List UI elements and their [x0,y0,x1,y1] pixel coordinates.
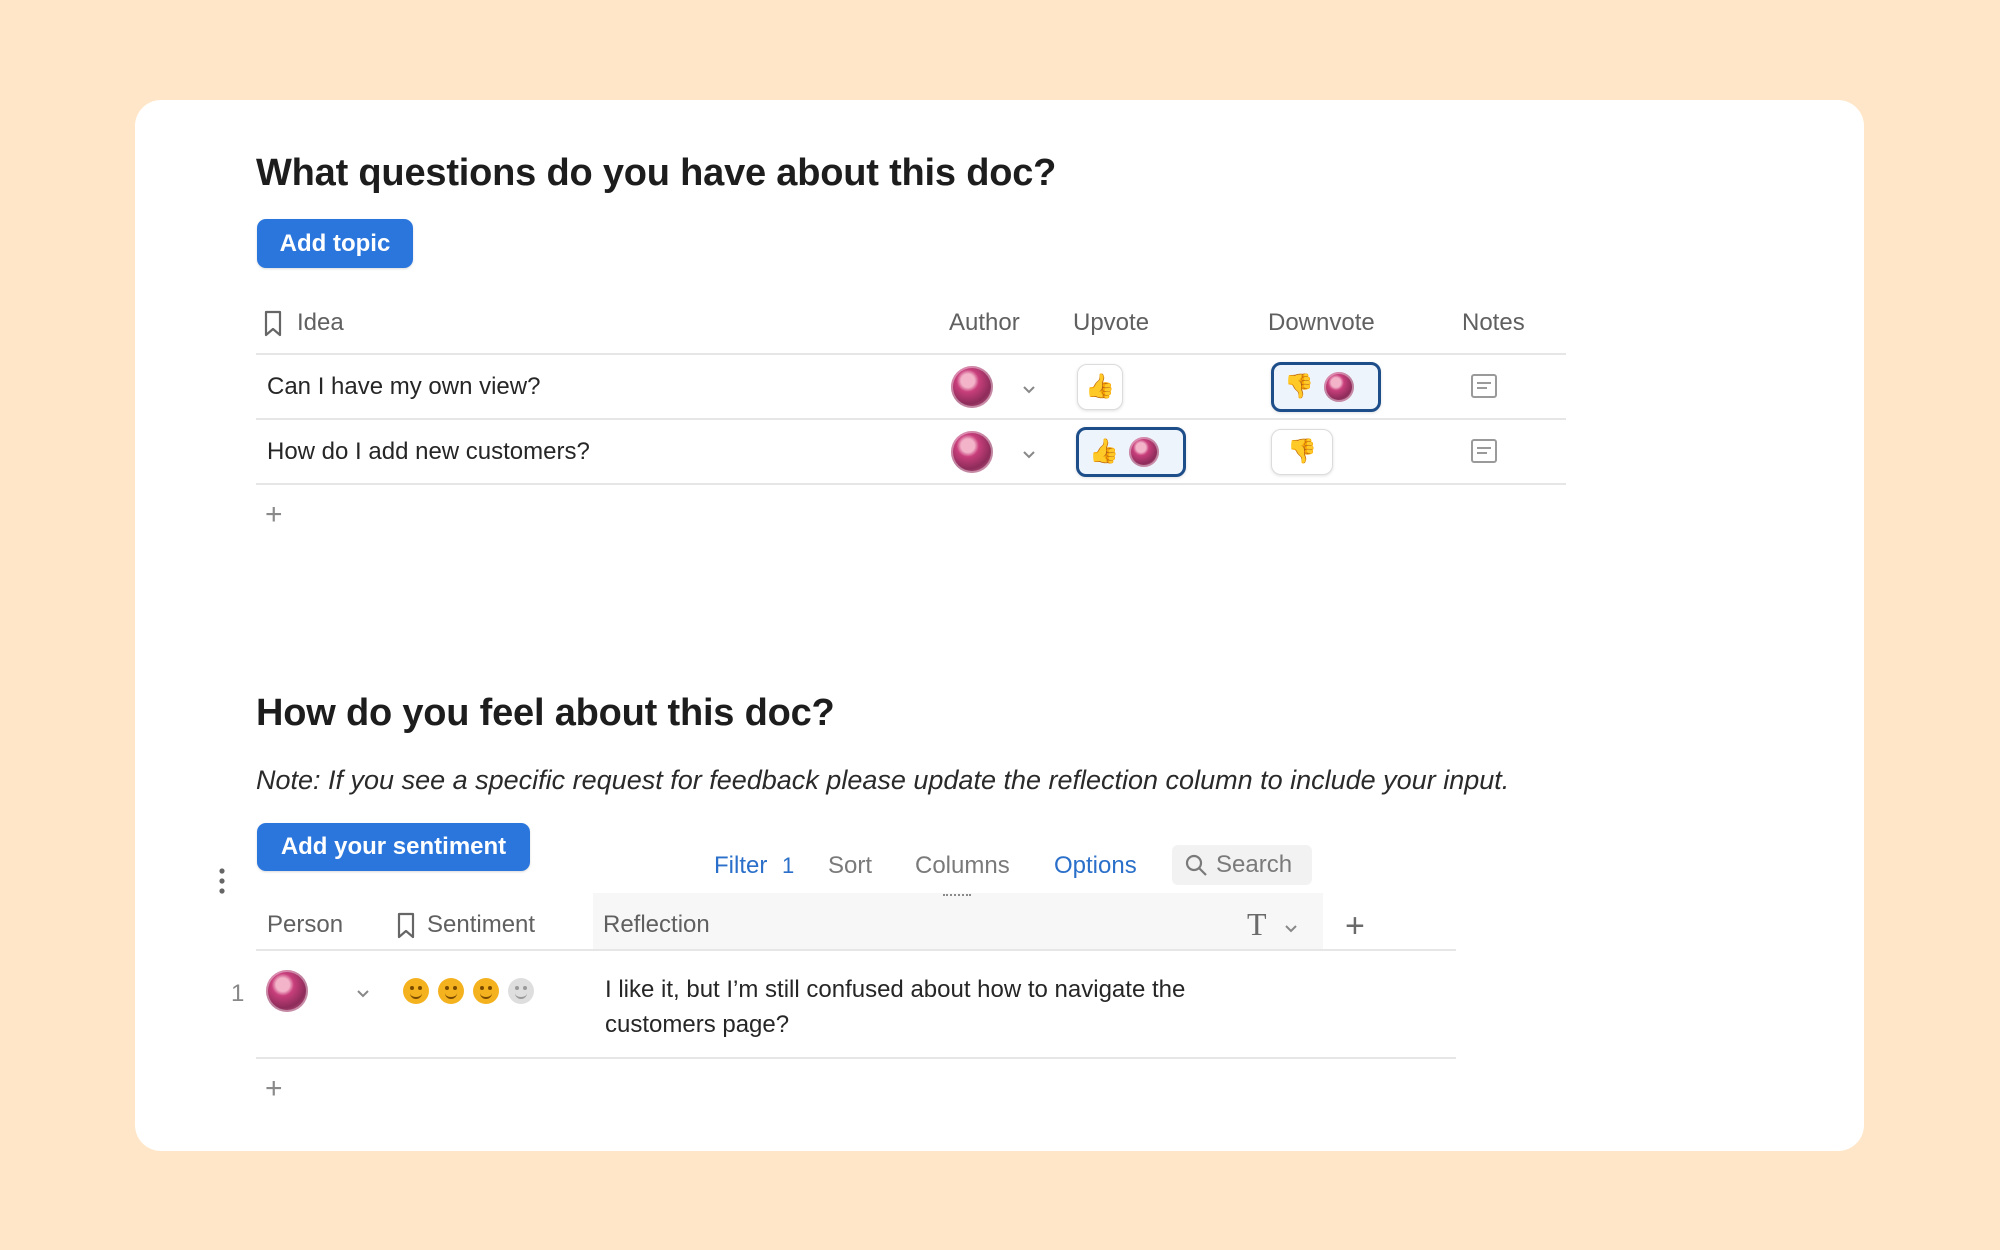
row-number: 1 [231,980,245,1007]
emoji-icon[interactable] [403,978,429,1004]
notes-icon[interactable] [1470,372,1498,400]
search-icon [1185,854,1207,876]
reflection-line-1[interactable]: I like it, but I’m still confused about … [605,976,1185,1004]
chevron-down-icon[interactable] [1017,377,1041,401]
thumbs-down-icon: 👎 [1287,438,1317,465]
author-avatar[interactable] [951,366,993,408]
add-column-plus-icon[interactable]: + [1345,909,1365,943]
filter-count: 1 [782,853,795,878]
idea-cell[interactable]: How do I add new customers? [267,438,590,466]
downvote-button-active[interactable]: 👎 [1271,362,1381,412]
person-avatar[interactable] [266,970,308,1012]
emoji-icon[interactable] [473,978,499,1004]
divider [256,353,1566,355]
add-row-plus-icon[interactable]: + [265,1074,283,1104]
columns-button[interactable]: Columns [915,852,1010,880]
section-title-feelings: How do you feel about this doc? [256,692,835,734]
sentiment-rating[interactable] [403,978,543,1004]
search-box[interactable]: Search [1172,845,1312,885]
column-header-sentiment[interactable]: Sentiment [427,911,535,939]
upvote-button[interactable]: 👍 [1077,364,1123,410]
text-type-icon[interactable]: T [1247,906,1267,943]
more-vertical-icon[interactable] [217,866,227,896]
voter-avatar [1323,372,1354,402]
column-header-person[interactable]: Person [267,911,343,939]
drag-handle[interactable] [943,894,971,900]
thumbs-down-icon: 👎 [1284,373,1314,400]
thumbs-up-icon: 👍 [1089,438,1119,465]
add-row-plus-icon[interactable]: + [265,500,283,530]
bookmark-icon [264,310,282,337]
chevron-down-icon[interactable] [1279,916,1303,940]
sort-button[interactable]: Sort [828,852,872,880]
options-button[interactable]: Options [1054,852,1137,880]
divider [256,418,1566,420]
voter-avatar [1128,437,1159,467]
section-title-questions: What questions do you have about this do… [256,152,1057,194]
column-header-upvote[interactable]: Upvote [1073,309,1149,337]
idea-cell[interactable]: Can I have my own view? [267,373,540,401]
chevron-down-icon[interactable] [1017,442,1041,466]
filter-label: Filter [714,852,768,879]
chevron-down-icon[interactable] [351,981,375,1005]
column-header-downvote[interactable]: Downvote [1268,309,1375,337]
thumbs-up-icon: 👍 [1085,373,1115,400]
notes-icon[interactable] [1470,437,1498,465]
bookmark-icon [397,912,415,939]
feedback-note: Note: If you see a specific request for … [256,765,1510,795]
emoji-icon[interactable] [438,978,464,1004]
add-sentiment-button[interactable]: Add your sentiment [257,823,530,871]
upvote-button-active[interactable]: 👍 [1076,427,1186,477]
add-topic-button[interactable]: Add topic [257,219,413,268]
emoji-icon[interactable] [508,978,534,1004]
divider [256,949,1456,951]
filter-button[interactable]: Filter 1 [714,852,794,880]
author-avatar[interactable] [951,431,993,473]
divider [256,1057,1456,1059]
search-label: Search [1216,851,1293,878]
doc-card: What questions do you have about this do… [135,100,1864,1151]
column-header-reflection[interactable]: Reflection [603,911,710,939]
divider [256,483,1566,485]
reflection-line-2[interactable]: customers page? [605,1011,789,1039]
column-header-author[interactable]: Author [949,309,1020,337]
column-header-idea[interactable]: Idea [297,309,344,337]
downvote-button[interactable]: 👎 [1271,429,1333,475]
column-header-notes[interactable]: Notes [1462,309,1525,337]
